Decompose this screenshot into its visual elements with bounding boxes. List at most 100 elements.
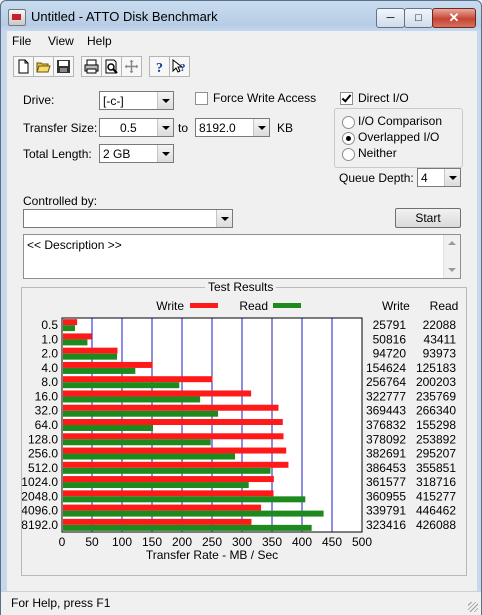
total-length-value: 2 GB [103, 147, 131, 161]
io-comparison-radio[interactable] [342, 116, 355, 129]
direct-io-checkbox[interactable] [340, 92, 353, 105]
app-window: Untitled - ATTO Disk Benchmark ─ □ ✕ Fil… [0, 0, 482, 615]
value-read: 200203 [416, 375, 456, 389]
y-tick-label: 0.5 [41, 318, 58, 332]
value-write: 369443 [366, 404, 406, 418]
queue-depth-select[interactable]: 4 [417, 168, 461, 187]
context-help-button[interactable]: ? [169, 56, 190, 77]
x-tick-label: 500 [352, 535, 372, 549]
title-bar: Untitled - ATTO Disk Benchmark ─ □ ✕ [1, 1, 481, 31]
value-read: 318716 [416, 475, 456, 489]
svg-text:?: ? [180, 62, 186, 74]
overlapped-io-radio[interactable] [342, 132, 355, 145]
bar-write [63, 433, 284, 440]
y-tick-label: 1.0 [41, 332, 58, 346]
print-button[interactable] [81, 56, 102, 77]
legend-write-label: Write [156, 299, 184, 313]
new-icon [18, 59, 29, 74]
y-tick-label: 2048.0 [22, 489, 58, 503]
bar-read [63, 439, 211, 446]
value-write: 25791 [373, 318, 407, 332]
menu-help[interactable]: Help [87, 34, 112, 48]
column-header-read: Read [430, 299, 459, 313]
maximize-button[interactable]: □ [404, 8, 433, 28]
value-read: 125183 [416, 361, 456, 375]
x-axis-label: Transfer Rate - MB / Sec [146, 548, 278, 562]
x-tick-label: 100 [112, 535, 132, 549]
neither-radio[interactable] [342, 148, 355, 161]
description-box[interactable]: << Description >> [23, 234, 461, 279]
bar-read [63, 367, 136, 374]
resize-grip-icon[interactable] [468, 602, 478, 612]
maximize-icon: □ [415, 12, 422, 24]
move-button[interactable] [121, 56, 142, 77]
total-length-select[interactable]: 2 GB [99, 144, 174, 163]
value-read: 266340 [416, 404, 456, 418]
help-icon: ? [156, 61, 163, 74]
bar-write [63, 476, 274, 483]
open-button[interactable] [33, 56, 54, 77]
value-read: 355851 [416, 461, 456, 475]
print-preview-button[interactable] [101, 56, 122, 77]
y-tick-label: 256.0 [28, 447, 58, 461]
value-write: 382691 [366, 447, 406, 461]
chevron-down-icon [157, 119, 173, 136]
start-button[interactable]: Start [395, 208, 461, 228]
description-text: << Description >> [27, 238, 122, 252]
minimize-button[interactable]: ─ [376, 8, 405, 28]
x-tick-label: 300 [232, 535, 252, 549]
x-tick-label: 50 [85, 535, 99, 549]
menu-view[interactable]: View [48, 34, 74, 48]
drive-select[interactable]: [-c-] [99, 91, 174, 110]
open-icon [36, 62, 51, 73]
value-read: 415277 [416, 489, 456, 503]
menu-file[interactable]: File [12, 34, 31, 48]
bar-read [63, 467, 271, 474]
chevron-down-icon [157, 145, 173, 162]
bar-write [63, 447, 287, 454]
x-tick-label: 0 [59, 535, 66, 549]
bar-read [63, 325, 75, 332]
transfer-size-from-select[interactable]: 0.5 [99, 118, 174, 137]
chevron-down-icon [253, 119, 269, 136]
bar-read [63, 396, 201, 403]
overlapped-io-label: Overlapped I/O [358, 130, 440, 144]
value-write: 378092 [366, 432, 406, 446]
description-scrollbar[interactable] [443, 235, 460, 278]
x-tick-label: 200 [172, 535, 192, 549]
bar-read [63, 510, 324, 517]
app-icon [8, 9, 26, 26]
print-icon [84, 59, 99, 74]
value-write: 339791 [366, 504, 406, 518]
total-length-label: Total Length: [23, 147, 92, 161]
new-button[interactable] [13, 56, 34, 77]
bar-write [63, 376, 213, 383]
results-chart: Write Read Write Read 0 50 100 150 200 250 300 350 4… [22, 299, 459, 562]
help-button[interactable]: ? [149, 56, 170, 77]
save-icon [57, 60, 70, 73]
column-header-write: Write [382, 299, 410, 313]
transfer-size-to-select[interactable]: 8192.0 [195, 118, 270, 137]
close-button[interactable]: ✕ [432, 8, 476, 28]
value-read: 426088 [416, 518, 456, 532]
bar-write [63, 419, 283, 425]
print-preview-icon [105, 59, 118, 74]
kb-label: KB [277, 121, 294, 135]
value-write: 386453 [366, 461, 406, 475]
y-tick-label: 8.0 [41, 375, 58, 389]
y-tick-label: 32.0 [35, 404, 59, 418]
value-write: 50816 [373, 332, 407, 346]
controlled-by-select[interactable] [23, 209, 233, 228]
value-write: 323416 [366, 518, 406, 532]
value-write: 322777 [366, 389, 406, 403]
force-write-checkbox[interactable] [195, 92, 208, 105]
test-results-group: Test Results Write Read Write Read 0 50 100 150… [21, 280, 467, 576]
value-read: 93973 [423, 347, 457, 361]
bar-write [63, 518, 252, 525]
save-button[interactable] [53, 56, 74, 77]
bar-write [63, 504, 262, 511]
close-icon: ✕ [448, 10, 460, 25]
io-comparison-label: I/O Comparison [358, 114, 443, 128]
bar-write [63, 319, 78, 326]
transfer-size-label: Transfer Size: [23, 121, 98, 135]
